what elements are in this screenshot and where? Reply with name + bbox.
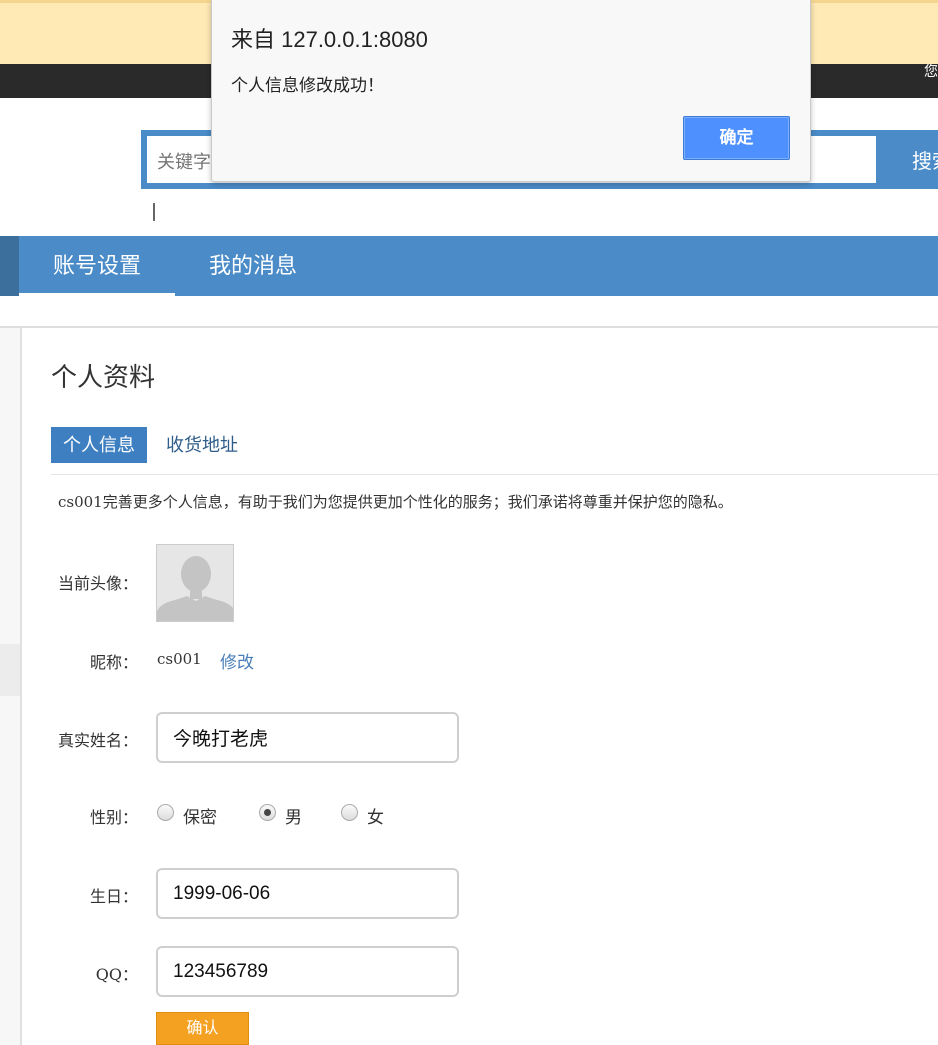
gender-label-male: 男	[285, 808, 302, 828]
gender-radio-secret[interactable]	[157, 804, 174, 821]
gender-label-secret: 保密	[183, 808, 217, 828]
birthday-label: 生日：	[89, 887, 138, 906]
page-title: 个人资料	[51, 362, 156, 392]
page: 您 搜索 账号设置 我的消息 个人资料 个人信息 收货地址 cs001完善更多个…	[0, 0, 938, 1045]
nickname-edit-link[interactable]: 修改	[220, 648, 254, 673]
alert-dialog: 来自 127.0.0.1:8080 个人信息修改成功！ 确定	[211, 0, 811, 182]
gender-label: 性别：	[89, 808, 138, 827]
realname-label: 真实姓名：	[57, 731, 138, 750]
main-nav: 账号设置 我的消息	[0, 236, 938, 296]
gender-radio-female[interactable]	[341, 804, 358, 821]
greeting-text: 您	[924, 63, 938, 79]
qq-input[interactable]	[156, 946, 459, 997]
search-button[interactable]: 搜索	[876, 130, 938, 189]
text-cursor	[153, 203, 155, 221]
subtab-personal-info[interactable]: 个人信息	[51, 427, 147, 463]
content-divider	[0, 326, 938, 328]
dialog-origin: 来自 127.0.0.1:8080	[231, 27, 428, 52]
avatar[interactable]	[156, 544, 234, 622]
tab-account-settings[interactable]: 账号设置	[19, 236, 175, 296]
subtab-shipping-address[interactable]: 收货地址	[166, 427, 238, 463]
qq-label: QQ：	[95, 965, 138, 984]
tab-my-messages[interactable]: 我的消息	[175, 236, 331, 296]
sidebar	[0, 328, 22, 1045]
dialog-ok-button[interactable]: 确定	[683, 116, 790, 160]
confirm-button[interactable]: 确认	[156, 1012, 249, 1045]
nav-left-edge	[0, 236, 19, 296]
subtab-divider	[51, 474, 938, 475]
sidebar-highlight	[0, 644, 20, 696]
dialog-message: 个人信息修改成功！	[231, 76, 384, 95]
person-silhouette-icon	[157, 545, 233, 621]
nickname-label: 昵称：	[89, 653, 138, 672]
nickname-value: cs001	[157, 650, 202, 668]
realname-input[interactable]	[156, 712, 459, 763]
intro-text: cs001完善更多个人信息，有助于我们为您提供更加个性化的服务；我们承诺将尊重并…	[58, 493, 733, 511]
birthday-input[interactable]	[156, 868, 459, 919]
gender-radio-male[interactable]	[259, 804, 276, 821]
gender-label-female: 女	[367, 808, 384, 828]
avatar-label: 当前头像：	[57, 574, 138, 593]
